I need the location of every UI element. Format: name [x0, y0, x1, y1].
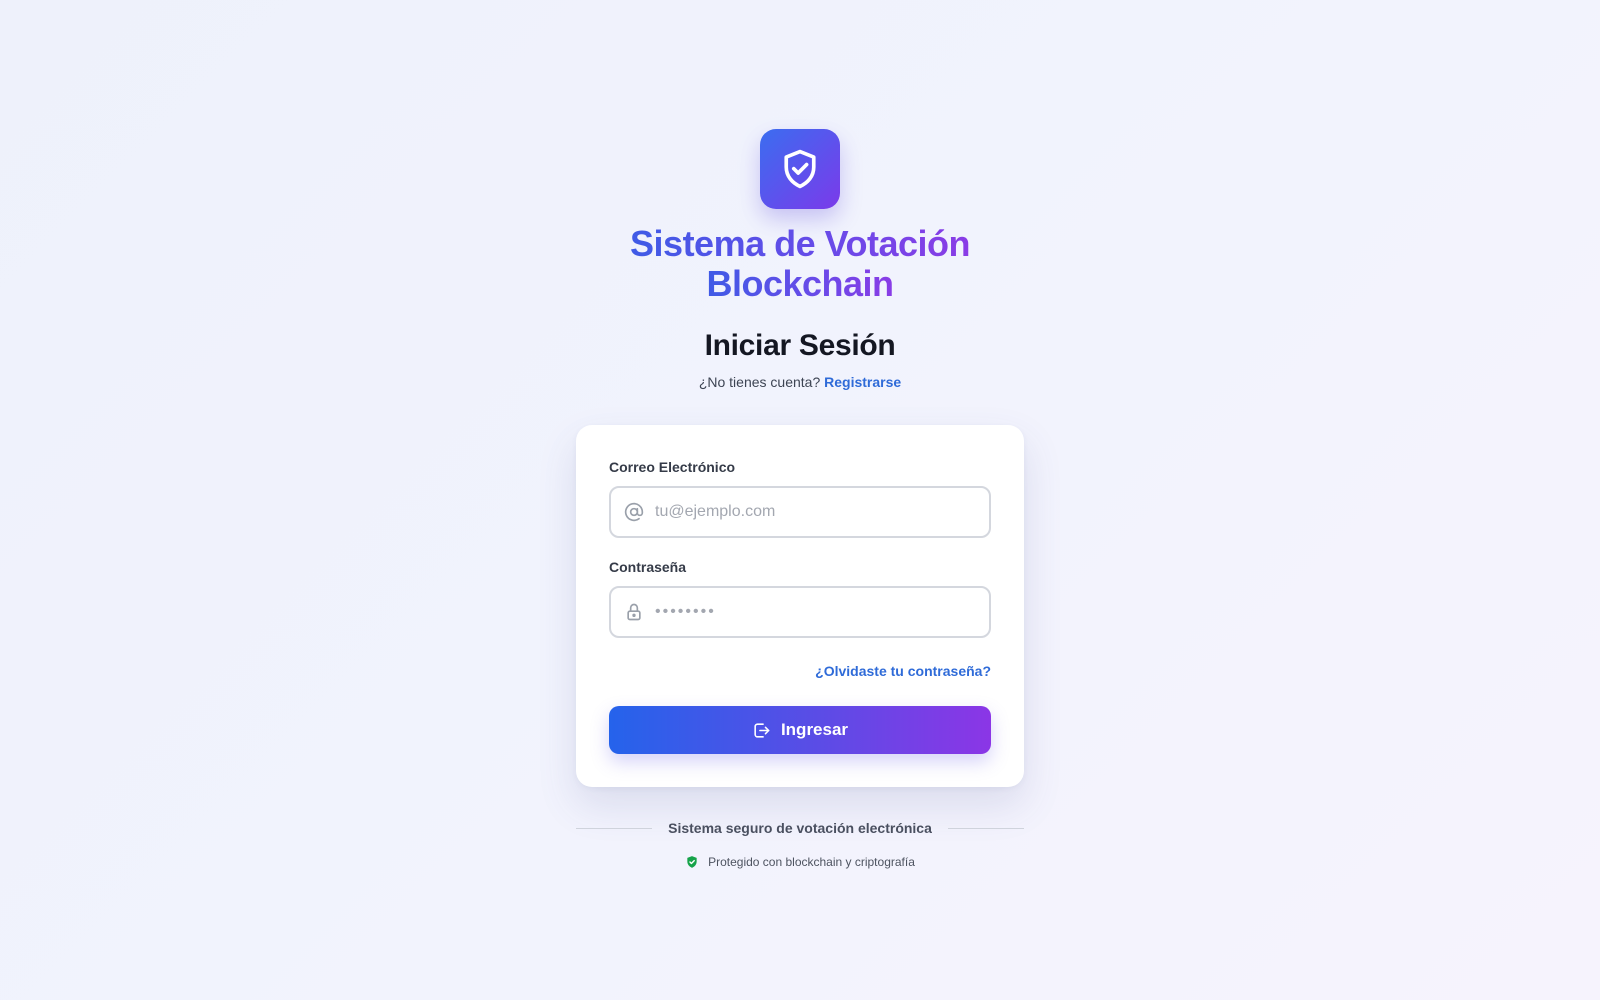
at-sign-icon [623, 501, 645, 523]
login-card: Correo Electrónico Contraseña ¿Olvida [576, 425, 1024, 787]
login-icon [752, 721, 771, 740]
email-label: Correo Electrónico [609, 459, 736, 475]
app-title-line2: Blockchain [706, 263, 894, 304]
email-input[interactable] [655, 503, 975, 521]
app-logo [760, 129, 840, 209]
app-title: Sistema de Votación Blockchain [500, 224, 1100, 304]
protection-note: Protegido con blockchain y criptografía [500, 855, 1100, 869]
shield-check-icon [685, 855, 699, 869]
shield-check-icon [778, 147, 822, 191]
signup-prompt: ¿No tienes cuenta? Registrarse [500, 374, 1100, 390]
lock-icon [623, 601, 645, 623]
password-input[interactable] [655, 603, 975, 621]
divider-line-right [947, 827, 1025, 829]
login-button-label: Ingresar [780, 720, 849, 739]
footer-divider-text: Sistema seguro de votación electrónica [668, 820, 932, 836]
footer-divider: Sistema seguro de votación electrónica [576, 818, 1025, 838]
login-button[interactable]: Ingresar [609, 706, 991, 754]
protection-note-text: Protegido con blockchain y criptografía [708, 855, 915, 869]
login-page: Sistema de Votación Blockchain Iniciar S… [0, 0, 1600, 1000]
signup-link[interactable]: Registrarse [824, 374, 901, 390]
forgot-password-link[interactable]: ¿Olvidaste tu contraseña? [815, 663, 991, 679]
page-title: Iniciar Sesión [704, 329, 896, 362]
password-label: Contraseña [609, 559, 687, 575]
app-title-line1: Sistema de Votación [630, 223, 970, 264]
email-field-wrapper[interactable] [609, 486, 991, 538]
signup-prompt-text: ¿No tienes cuenta? [698, 374, 821, 390]
password-field-wrapper[interactable] [609, 586, 991, 638]
divider-line-left [576, 827, 653, 829]
